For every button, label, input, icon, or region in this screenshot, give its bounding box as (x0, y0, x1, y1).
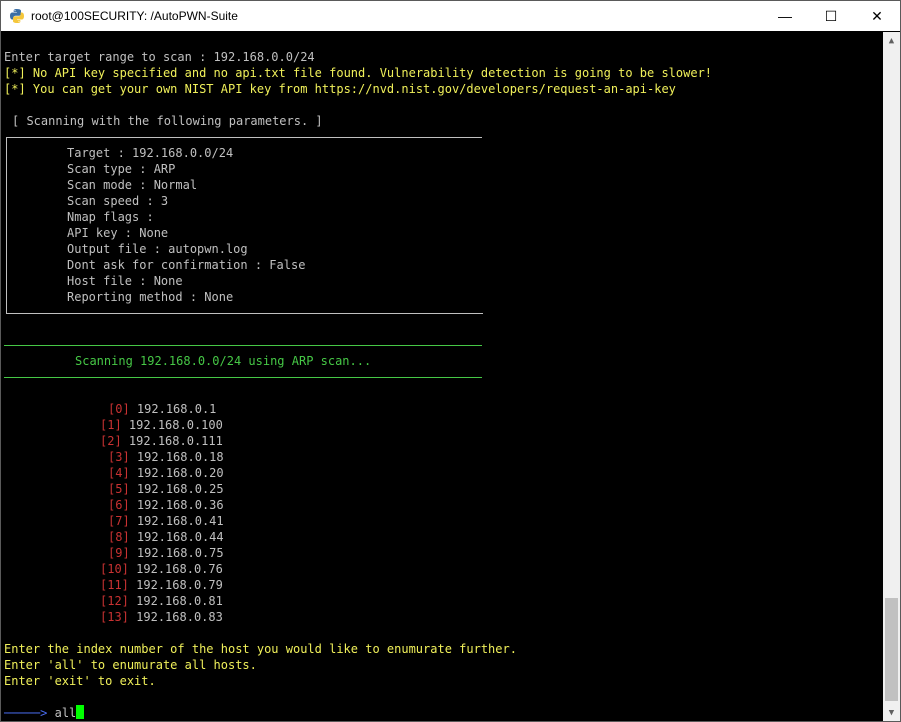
input-value[interactable]: all (55, 706, 77, 720)
host-row: [4] 192.168.0.20 (108, 465, 224, 481)
param-line: Nmap flags : (67, 210, 154, 224)
window-controls: — ☐ ✕ (762, 1, 900, 31)
host-index: [7] (108, 514, 130, 528)
warning-prefix: [*] (4, 66, 26, 80)
host-index: [9] (108, 546, 130, 560)
instruction-line-3: Enter 'exit' to exit. (4, 674, 156, 688)
python-icon (10, 9, 24, 23)
host-ip: 192.168.0.83 (136, 610, 223, 624)
param-line: Scan type : ARP (67, 162, 176, 176)
host-row: [11] 192.168.0.79 (100, 577, 223, 593)
terminal-window: root@100SECURITY: /AutoPWN-Suite — ☐ ✕ E… (0, 0, 901, 722)
host-index: [1] (100, 418, 122, 432)
scan-banner-top-border (4, 345, 482, 346)
host-ip: 192.168.0.75 (136, 546, 224, 560)
maximize-button[interactable]: ☐ (808, 1, 854, 31)
host-index: [12] (100, 594, 129, 608)
host-row: [12] 192.168.0.81 (100, 593, 223, 609)
host-row: [10] 192.168.0.76 (100, 561, 223, 577)
host-index: [0] (108, 402, 130, 416)
host-ip: 192.168.0.41 (136, 514, 224, 528)
terminal-output[interactable]: Enter target range to scan : 192.168.0.0… (1, 32, 884, 721)
host-ip: 192.168.0.79 (136, 578, 223, 592)
param-line: Reporting method : None (67, 290, 234, 304)
host-ip: 192.168.0.44 (136, 530, 224, 544)
host-ip: 192.168.0.18 (136, 450, 224, 464)
host-row: [7] 192.168.0.41 (108, 513, 224, 529)
host-index: [5] (108, 482, 130, 496)
host-row: [0] 192.168.0.1 (108, 401, 216, 417)
param-line: Scan speed : 3 (67, 194, 169, 208)
host-row: [13] 192.168.0.83 (100, 609, 223, 625)
host-index: [4] (108, 466, 130, 480)
close-button[interactable]: ✕ (854, 1, 900, 31)
host-ip: 192.168.0.20 (136, 466, 224, 480)
host-row: [2] 192.168.0.111 (100, 433, 223, 449)
title-bar[interactable]: root@100SECURITY: /AutoPWN-Suite — ☐ ✕ (1, 1, 900, 31)
host-index: [3] (108, 450, 130, 464)
vertical-scrollbar[interactable]: ▲ ▼ (883, 32, 900, 721)
scrollbar-thumb[interactable] (885, 598, 898, 701)
instruction-line-1: Enter the index number of the host you w… (4, 642, 517, 656)
warning-prefix: [*] (4, 82, 26, 96)
input-line[interactable]: ─────> all (4, 705, 85, 721)
host-row: [8] 192.168.0.44 (108, 529, 224, 545)
target-prompt-line: Enter target range to scan : 192.168.0.0… (4, 50, 315, 64)
host-index: [2] (100, 434, 122, 448)
host-ip: 192.168.0.1 (136, 402, 217, 416)
warning-line-2: [*] You can get your own NIST API key fr… (4, 81, 676, 97)
host-ip: 192.168.0.25 (136, 482, 224, 496)
host-index: [6] (108, 498, 130, 512)
param-line: Dont ask for confirmation : False (67, 258, 306, 272)
host-index: [8] (108, 530, 130, 544)
minimize-button[interactable]: — (762, 1, 808, 31)
triangle-up-icon[interactable]: ▲ (883, 32, 900, 49)
host-row: [9] 192.168.0.75 (108, 545, 224, 561)
host-index: [11] (100, 578, 129, 592)
host-index: [10] (100, 562, 129, 576)
host-row: [6] 192.168.0.36 (108, 497, 224, 513)
host-row: [1] 192.168.0.100 (100, 417, 223, 433)
triangle-down-icon[interactable]: ▼ (883, 704, 900, 721)
text-cursor (76, 705, 85, 719)
scan-banner: Scanning 192.168.0.0/24 using ARP scan..… (75, 354, 372, 368)
warning-text: You can get your own NIST API key from h… (25, 82, 676, 96)
warning-line-1: [*] No API key specified and no api.txt … (4, 65, 712, 81)
param-line: Output file : autopwn.log (67, 242, 248, 256)
host-ip: 192.168.0.81 (136, 594, 223, 608)
host-ip: 192.168.0.100 (128, 418, 223, 432)
input-prompt-arrow: ─────> (4, 706, 48, 720)
param-line: Target : 192.168.0.0/24 (67, 146, 234, 160)
params-box-title: [ Scanning with the following parameters… (10, 113, 325, 129)
warning-text: No API key specified and no api.txt file… (25, 66, 713, 80)
scan-banner-bottom-border (4, 377, 482, 378)
host-ip: 192.168.0.76 (136, 562, 223, 576)
param-line: Host file : None (67, 274, 183, 288)
param-line: API key : None (67, 226, 169, 240)
host-row: [5] 192.168.0.25 (108, 481, 224, 497)
instruction-line-2: Enter 'all' to enumurate all hosts. (4, 658, 257, 672)
host-ip: 192.168.0.111 (128, 434, 223, 448)
param-line: Scan mode : Normal (67, 178, 198, 192)
host-index: [13] (100, 610, 129, 624)
host-ip: 192.168.0.36 (136, 498, 224, 512)
window-title: root@100SECURITY: /AutoPWN-Suite (31, 9, 238, 23)
host-row: [3] 192.168.0.18 (108, 449, 224, 465)
